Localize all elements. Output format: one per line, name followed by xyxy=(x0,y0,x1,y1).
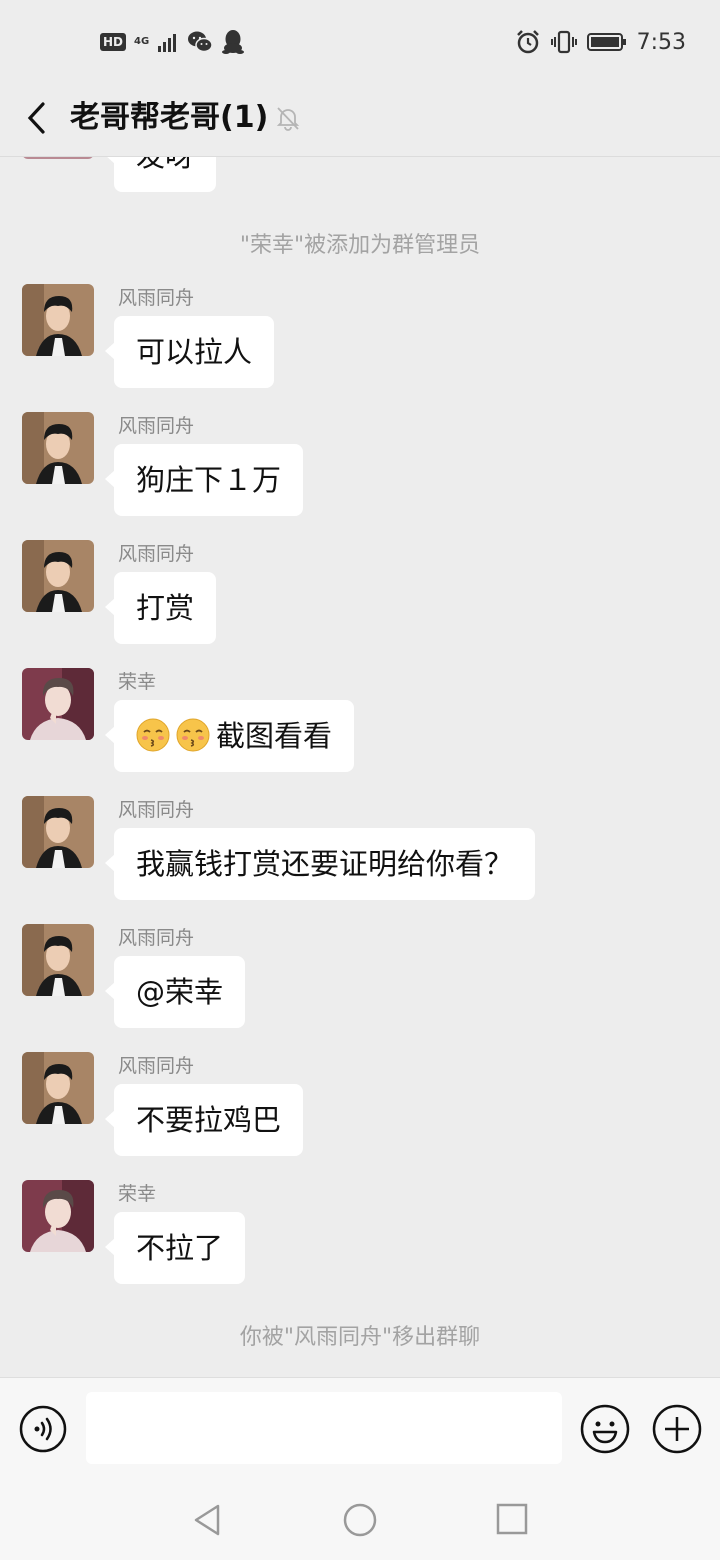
message-text: 不拉了 xyxy=(136,1231,224,1265)
vibrate-icon xyxy=(550,30,577,54)
chat-header: 老哥帮老哥(1) xyxy=(0,80,720,157)
mute-bell-icon xyxy=(276,107,300,131)
qq-icon xyxy=(222,30,245,54)
chat-list[interactable]: 发呀 "荣幸"被添加为群管理员 风雨同舟 可以拉人 风雨同舟 狗庄下１万 风雨同… xyxy=(0,157,720,1377)
sender-name: 风雨同舟 xyxy=(118,927,195,949)
man-avatar[interactable] xyxy=(22,284,94,356)
kissing-face-icon xyxy=(176,718,210,752)
plus-icon[interactable] xyxy=(652,1404,702,1454)
voice-icon[interactable] xyxy=(19,1405,67,1453)
sender-name: 荣幸 xyxy=(118,1183,157,1205)
man-avatar[interactable] xyxy=(22,540,94,612)
system-notice-removed: 你被"风雨同舟"移出群聊 xyxy=(239,1325,481,1350)
message-bubble[interactable]: @荣幸 xyxy=(104,956,246,1028)
message-text: 发呀 xyxy=(136,157,194,173)
illustrated-avatar[interactable] xyxy=(22,1180,94,1252)
sender-name: 风雨同舟 xyxy=(118,543,195,565)
signal-icon xyxy=(158,34,177,52)
wechat-icon xyxy=(188,31,213,53)
message-text: 打赏 xyxy=(136,591,195,625)
system-notice-admin: "荣幸"被添加为群管理员 xyxy=(239,233,481,258)
message-text: 狗庄下１万 xyxy=(136,463,282,497)
man-avatar[interactable] xyxy=(22,1052,94,1124)
message-bubble[interactable]: 可以拉人 xyxy=(104,316,275,388)
message-bubble[interactable]: 狗庄下１万 xyxy=(104,444,304,516)
message-text: 可以拉人 xyxy=(136,335,253,369)
illustrated-avatar[interactable] xyxy=(22,668,94,740)
message-text: 不要拉鸡巴 xyxy=(136,1103,282,1137)
illustrated-avatar[interactable] xyxy=(22,157,94,159)
man-avatar[interactable] xyxy=(22,924,94,996)
message-text: @荣幸 xyxy=(136,975,224,1009)
message-text: 我赢钱打赏还要证明给你看？ xyxy=(136,847,514,881)
sender-name: 风雨同舟 xyxy=(118,1055,195,1077)
emoji-icon[interactable] xyxy=(580,1404,630,1454)
message-input[interactable] xyxy=(86,1392,562,1464)
man-avatar[interactable] xyxy=(22,412,94,484)
sender-name: 风雨同舟 xyxy=(118,799,195,821)
man-avatar[interactable] xyxy=(22,796,94,868)
message-text: 截图看看 xyxy=(216,719,333,753)
alarm-icon xyxy=(516,30,539,54)
sender-name: 荣幸 xyxy=(118,671,157,693)
network-type: 4G xyxy=(134,36,150,47)
status-right: 7:53 xyxy=(515,26,686,58)
message-bubble[interactable]: 不拉了 xyxy=(104,1212,246,1284)
message-bubble[interactable]: 截图看看 xyxy=(104,700,355,772)
chat-title[interactable]: 老哥帮老哥(1) xyxy=(70,96,268,140)
message-bubble[interactable]: 打赏 xyxy=(104,572,217,644)
back-icon[interactable] xyxy=(22,98,52,138)
nav-home-icon[interactable] xyxy=(342,1502,378,1538)
message-bubble[interactable]: 不要拉鸡巴 xyxy=(104,1084,304,1156)
sender-name: 风雨同舟 xyxy=(118,415,195,437)
message-bubble[interactable]: 发呀 xyxy=(104,157,217,192)
system-nav-bar xyxy=(0,1480,720,1560)
sender-name: 风雨同舟 xyxy=(118,287,195,309)
message-bubble[interactable]: 我赢钱打赏还要证明给你看？ xyxy=(104,828,536,900)
nav-recent-icon[interactable] xyxy=(495,1502,529,1536)
status-bar: HD 4G 7:53 xyxy=(0,0,720,80)
input-bar xyxy=(0,1377,720,1481)
kissing-face-icon xyxy=(136,718,170,752)
hd-badge: HD xyxy=(100,33,127,51)
clock-time: 7:53 xyxy=(636,29,686,55)
battery-icon xyxy=(586,33,626,51)
nav-back-icon[interactable] xyxy=(190,1502,224,1538)
status-left: HD 4G xyxy=(100,26,245,58)
